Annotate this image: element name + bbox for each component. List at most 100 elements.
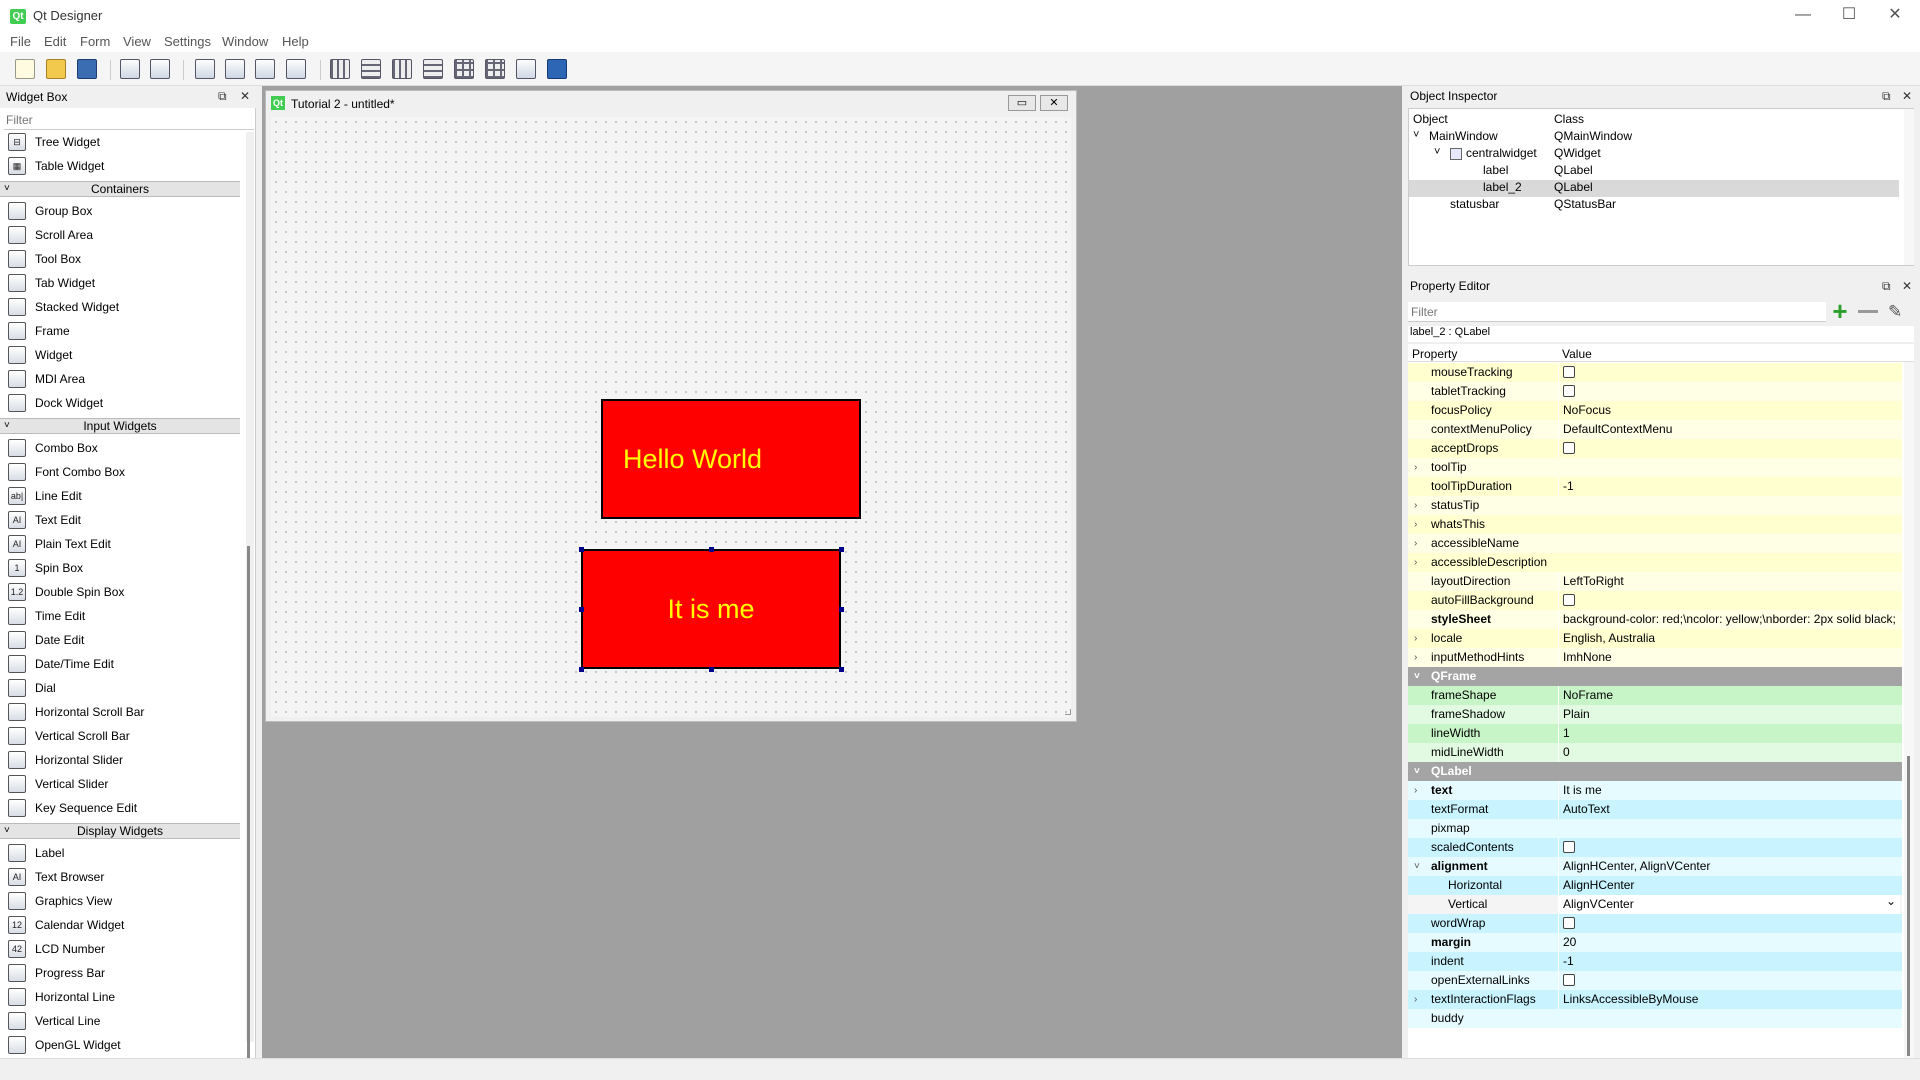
property-row-indent[interactable]: indent -1 [1408, 952, 1902, 971]
chevron-right-icon[interactable]: › [1414, 515, 1424, 534]
property-value[interactable]: NoFrame [1558, 686, 1900, 705]
widget-item-tool-box[interactable]: Tool Box [0, 247, 242, 271]
object-row-mainwindow[interactable]: ˅ MainWindow QMainWindow [1409, 129, 1899, 146]
property-checkbox[interactable] [1563, 973, 1575, 986]
property-row-accessiblename[interactable]: › accessibleName [1408, 534, 1902, 553]
close-button[interactable]: ✕ [1872, 0, 1918, 32]
chevron-right-icon[interactable]: › [1414, 990, 1424, 1009]
form-minimize-button[interactable]: ▭ [1008, 95, 1036, 111]
widget-item-horizontal-scroll-bar[interactable]: Horizontal Scroll Bar [0, 700, 242, 724]
property-value[interactable]: LinksAccessibleByMouse [1558, 990, 1900, 1009]
property-row-focuspolicy[interactable]: focusPolicy NoFocus [1408, 401, 1902, 420]
property-value[interactable]: -1 [1558, 477, 1900, 496]
widget-item-spin-box[interactable]: 1 Spin Box [0, 556, 242, 580]
widget-item-scroll-area[interactable]: Scroll Area [0, 223, 242, 247]
form-close-button[interactable]: ✕ [1040, 95, 1068, 111]
property-row-inputmethodhints[interactable]: › inputMethodHints ImhNone [1408, 648, 1902, 667]
property-value[interactable]: Plain [1558, 705, 1900, 724]
widget-item-tab-widget[interactable]: Tab Widget [0, 271, 242, 295]
new-form-icon[interactable] [12, 56, 38, 82]
resize-handle-left[interactable] [579, 607, 584, 612]
widget-item-date-time-edit[interactable]: Date/Time Edit [0, 652, 242, 676]
property-value[interactable]: DefaultContextMenu [1558, 420, 1900, 439]
property-row-acceptdrops[interactable]: acceptDrops [1408, 439, 1902, 458]
chevron-right-icon[interactable]: › [1414, 629, 1424, 648]
float-icon[interactable]: ⧉ [218, 89, 227, 104]
property-row-horizontal[interactable]: Horizontal AlignHCenter [1408, 876, 1902, 895]
property-row-textformat[interactable]: textFormat AutoText [1408, 800, 1902, 819]
widget-category-containers[interactable]: ˅ Containers [0, 181, 240, 197]
object-row-label[interactable]: label QLabel [1409, 163, 1899, 180]
edit-widgets-icon[interactable] [192, 56, 218, 82]
chevron-right-icon[interactable]: › [1414, 534, 1424, 553]
send-to-back-icon[interactable] [117, 56, 143, 82]
property-row-autofillbackground[interactable]: autoFillBackground [1408, 591, 1902, 610]
property-row-buddy[interactable]: buddy [1408, 1009, 1902, 1028]
layout-form-icon[interactable] [482, 56, 508, 82]
property-row-tablettracking[interactable]: tabletTracking [1408, 382, 1902, 401]
menu-window[interactable]: Window [222, 34, 268, 49]
property-row-pixmap[interactable]: pixmap [1408, 819, 1902, 838]
bring-to-front-icon[interactable] [147, 56, 173, 82]
widget-item-time-edit[interactable]: Time Edit [0, 604, 242, 628]
property-value[interactable]: 1 [1558, 724, 1900, 743]
widget-category-display-widgets[interactable]: ˅ Display Widgets [0, 823, 240, 839]
widget-item-key-sequence-edit[interactable]: Key Sequence Edit [0, 796, 242, 820]
chevron-right-icon[interactable]: › [1414, 496, 1424, 515]
object-inspector-scrollbar[interactable] [1904, 109, 1914, 265]
menu-view[interactable]: View [123, 34, 151, 49]
property-row-frameshadow[interactable]: frameShadow Plain [1408, 705, 1902, 724]
property-checkbox[interactable] [1563, 593, 1575, 606]
widget-item-vertical-line[interactable]: Vertical Line [0, 1009, 242, 1033]
property-row-openexternallinks[interactable]: openExternalLinks [1408, 971, 1902, 990]
property-value[interactable]: AlignVCenter ⌄ [1558, 895, 1900, 914]
widget-item-group-box[interactable]: Group Box [0, 199, 242, 223]
property-row-midlinewidth[interactable]: midLineWidth 0 [1408, 743, 1902, 762]
widget-item-graphics-view[interactable]: Graphics View [0, 889, 242, 913]
resize-handle-right[interactable] [839, 607, 844, 612]
property-row-locale[interactable]: › locale English, Australia [1408, 629, 1902, 648]
property-row-textinteractionflags[interactable]: › textInteractionFlags LinksAccessibleByMo… [1408, 990, 1902, 1009]
qlabel-it-is-me[interactable]: It is me [581, 549, 841, 669]
minimize-button[interactable]: — [1780, 0, 1826, 32]
property-row-tooltipduration[interactable]: toolTipDuration -1 [1408, 477, 1902, 496]
widget-item-label[interactable]: Label [0, 841, 242, 865]
close-icon[interactable]: ✕ [1902, 279, 1912, 293]
property-row-alignment[interactable]: ˅ alignment AlignHCenter, AlignVCenter [1408, 857, 1902, 876]
form-canvas[interactable]: Hello World It is me [271, 117, 1071, 717]
widget-item-tree-widget[interactable]: ⊟ Tree Widget [0, 132, 242, 154]
column-header-property[interactable]: Property [1412, 347, 1457, 361]
property-value[interactable]: LeftToRight [1558, 572, 1900, 591]
widget-item-stacked-widget[interactable]: Stacked Widget [0, 295, 242, 319]
property-row-qframe[interactable]: ˅ QFrame [1408, 667, 1902, 686]
object-row-centralwidget[interactable]: ˅ centralwidget QWidget [1409, 146, 1899, 163]
property-checkbox[interactable] [1563, 384, 1575, 397]
column-header-object[interactable]: Object [1413, 112, 1448, 126]
resize-handle-top-right[interactable] [839, 547, 844, 552]
property-row-mousetracking[interactable]: mouseTracking [1408, 363, 1902, 382]
property-value[interactable]: AlignHCenter, AlignVCenter [1558, 857, 1900, 876]
menu-form[interactable]: Form [80, 34, 110, 49]
widget-item-combo-box[interactable]: Combo Box [0, 436, 242, 460]
property-row-qlabel[interactable]: ˅ QLabel [1408, 762, 1902, 781]
property-value[interactable]: -1 [1558, 952, 1900, 971]
menu-settings[interactable]: Settings [164, 34, 211, 49]
layout-vertical-splitter-icon[interactable] [420, 56, 446, 82]
property-value[interactable]: 20 [1558, 933, 1900, 952]
chevron-down-icon[interactable]: ⌄ [1886, 895, 1896, 911]
resize-handle-bottom-right[interactable] [839, 667, 844, 672]
column-header-value[interactable]: Value [1562, 347, 1592, 361]
widget-item-widget[interactable]: Widget [0, 343, 242, 367]
menu-edit[interactable]: Edit [44, 34, 66, 49]
property-value[interactable]: 0 [1558, 743, 1900, 762]
add-dynamic-property-icon[interactable]: + [1828, 298, 1852, 324]
property-row-text[interactable]: › text It is me [1408, 781, 1902, 800]
column-header-class[interactable]: Class [1554, 112, 1584, 126]
size-grip[interactable] [1065, 709, 1071, 715]
chevron-down-icon[interactable]: ˅ [1434, 146, 1440, 158]
resize-handle-top[interactable] [709, 547, 714, 552]
widget-item-horizontal-slider[interactable]: Horizontal Slider [0, 748, 242, 772]
property-value[interactable] [1558, 363, 1900, 382]
property-row-statustip[interactable]: › statusTip [1408, 496, 1902, 515]
break-layout-icon[interactable] [513, 56, 539, 82]
